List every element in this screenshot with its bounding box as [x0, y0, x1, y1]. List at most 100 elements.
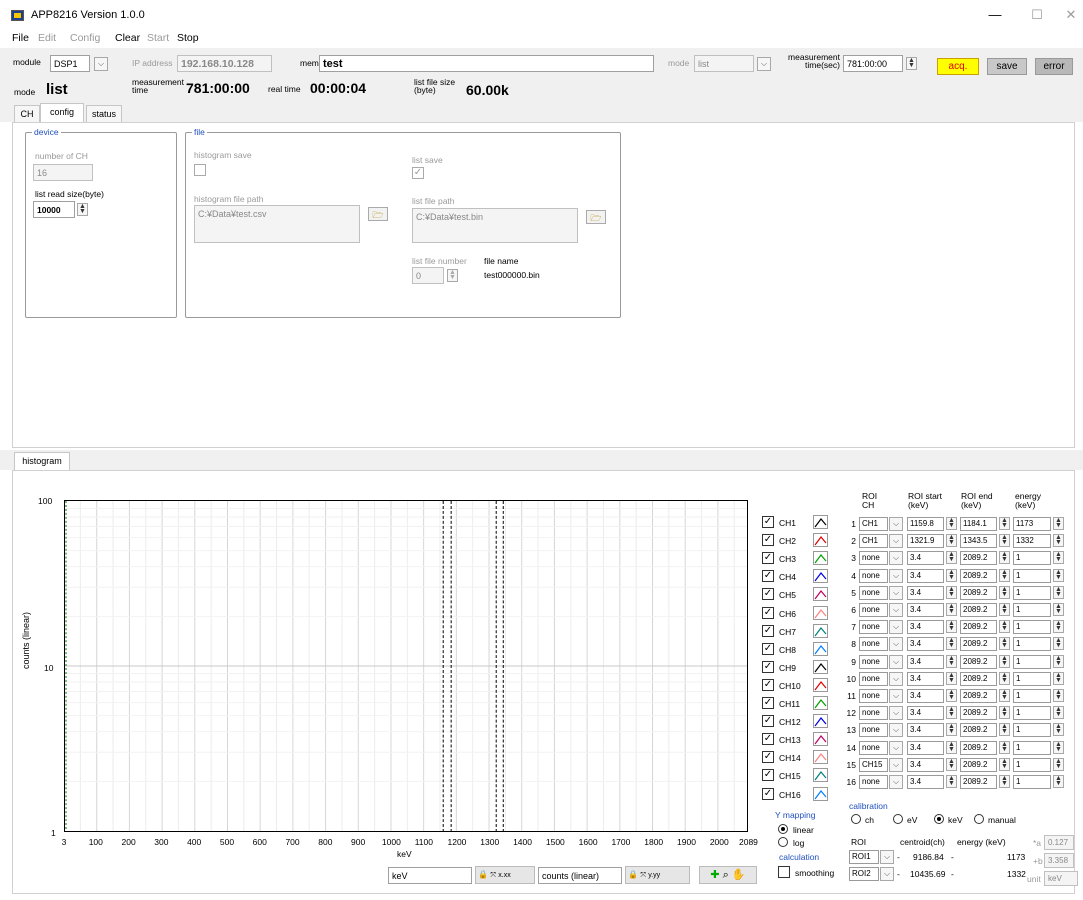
- crosshair-icon[interactable]: ✚: [710, 869, 719, 881]
- roi-end-input[interactable]: 2089.2: [960, 689, 997, 703]
- roi-energy-spinner[interactable]: ▲ ▼: [1053, 654, 1064, 668]
- channel-checkbox-ch13[interactable]: ✓: [762, 733, 774, 746]
- roi-energy-input[interactable]: 1: [1013, 585, 1051, 600]
- tab-ch[interactable]: CH: [14, 105, 40, 123]
- menu-stop[interactable]: Stop: [177, 32, 199, 44]
- channel-color-icon[interactable]: [813, 641, 828, 656]
- roi-end-input[interactable]: 2089.2: [960, 740, 997, 755]
- roi-start-input[interactable]: 3.4: [907, 654, 944, 669]
- y-scale-tools[interactable]: 🔒 ⤧ y.yy: [625, 866, 690, 884]
- roi-energy-input[interactable]: 1173: [1013, 517, 1051, 531]
- channel-color-icon[interactable]: [813, 515, 828, 529]
- roi-start-spinner[interactable]: ▲ ▼: [946, 671, 957, 685]
- channel-color-icon[interactable]: [813, 677, 828, 692]
- channel-checkbox-ch11[interactable]: ✓: [762, 697, 774, 709]
- roi-end-spinner[interactable]: ▲ ▼: [999, 689, 1010, 702]
- roi-start-spinner[interactable]: ▲ ▼: [946, 775, 957, 788]
- roi-ch-dropdown-icon[interactable]: ⌵: [889, 723, 903, 738]
- roi-energy-input[interactable]: 1: [1013, 757, 1051, 772]
- channel-color-icon[interactable]: [813, 605, 828, 620]
- calib-roi1-select[interactable]: ROI1: [849, 850, 879, 864]
- roi-ch-select[interactable]: none: [859, 740, 888, 755]
- roi-end-spinner[interactable]: ▲ ▼: [999, 620, 1010, 634]
- roi-ch-select[interactable]: none: [859, 551, 888, 566]
- roi-energy-input[interactable]: 1: [1013, 706, 1051, 721]
- roi-energy-input[interactable]: 1332: [1013, 534, 1051, 549]
- roi-start-spinner[interactable]: ▲ ▼: [946, 637, 957, 651]
- calib-ch-radio[interactable]: [851, 814, 861, 824]
- roi-start-spinner[interactable]: ▲ ▼: [946, 568, 957, 582]
- roi-end-input[interactable]: 2089.2: [960, 568, 997, 583]
- channel-color-icon[interactable]: [813, 750, 828, 765]
- roi-start-spinner[interactable]: ▲ ▼: [946, 585, 957, 599]
- memo-input[interactable]: test: [319, 55, 654, 72]
- roi-end-input[interactable]: 2089.2: [960, 706, 997, 721]
- roi-end-spinner[interactable]: ▲ ▼: [999, 723, 1010, 737]
- roi-end-input[interactable]: 2089.2: [960, 620, 997, 635]
- channel-checkbox-ch7[interactable]: ✓: [762, 624, 774, 637]
- roi-ch-dropdown-icon[interactable]: ⌵: [889, 551, 903, 566]
- roi-ch-dropdown-icon[interactable]: ⌵: [889, 757, 903, 772]
- roi-end-spinner[interactable]: ▲ ▼: [999, 534, 1010, 548]
- roi-end-spinner[interactable]: ▲ ▼: [999, 671, 1010, 685]
- channel-checkbox-ch16[interactable]: ✓: [762, 787, 774, 800]
- module-dropdown-icon[interactable]: ⌵: [94, 57, 108, 71]
- roi-energy-input[interactable]: 1: [1013, 568, 1051, 583]
- roi-ch-select[interactable]: none: [859, 689, 888, 703]
- roi-start-input[interactable]: 3.4: [907, 671, 944, 686]
- roi-end-input[interactable]: 2089.2: [960, 723, 997, 738]
- roi-energy-spinner[interactable]: ▲ ▼: [1053, 706, 1064, 720]
- roi-energy-spinner[interactable]: ▲ ▼: [1053, 620, 1064, 634]
- roi-ch-select[interactable]: CH15: [859, 757, 888, 772]
- menu-clear[interactable]: Clear: [115, 32, 140, 44]
- calib-manual-radio[interactable]: [974, 814, 984, 824]
- roi-energy-spinner[interactable]: ▲ ▼: [1053, 585, 1064, 599]
- roi-start-input[interactable]: 1159.8: [907, 517, 944, 531]
- channel-color-icon[interactable]: [813, 623, 828, 638]
- roi-end-spinner[interactable]: ▲ ▼: [999, 740, 1010, 754]
- channel-checkbox-ch12[interactable]: ✓: [762, 715, 774, 728]
- roi-end-spinner[interactable]: ▲ ▼: [999, 775, 1010, 788]
- roi-ch-dropdown-icon[interactable]: ⌵: [889, 689, 903, 703]
- roi-ch-dropdown-icon[interactable]: ⌵: [889, 534, 903, 549]
- roi-ch-dropdown-icon[interactable]: ⌵: [889, 585, 903, 600]
- channel-color-icon[interactable]: [813, 696, 828, 710]
- calib-roi2-dropdown-icon[interactable]: ⌵: [880, 867, 894, 881]
- pan-hand-icon[interactable]: ✋: [732, 869, 746, 881]
- roi-end-input[interactable]: 2089.2: [960, 671, 997, 686]
- roi-energy-input[interactable]: 1: [1013, 654, 1051, 669]
- roi-end-spinner[interactable]: ▲ ▼: [999, 637, 1010, 651]
- channel-color-icon[interactable]: [813, 714, 828, 729]
- roi-end-input[interactable]: 2089.2: [960, 775, 997, 789]
- save-button[interactable]: save: [987, 58, 1027, 75]
- roi-start-spinner[interactable]: ▲ ▼: [946, 689, 957, 702]
- menu-config[interactable]: Config: [70, 32, 100, 44]
- roi-energy-input[interactable]: 1: [1013, 689, 1051, 703]
- roi-ch-select[interactable]: none: [859, 568, 888, 583]
- acq-button[interactable]: acq.: [937, 58, 979, 75]
- roi-ch-dropdown-icon[interactable]: ⌵: [889, 637, 903, 652]
- read-size-spinner[interactable]: ▲ ▼: [77, 203, 88, 216]
- roi-end-spinner[interactable]: ▲ ▼: [999, 603, 1010, 616]
- channel-checkbox-ch2[interactable]: ✓: [762, 534, 774, 547]
- channel-checkbox-ch9[interactable]: ✓: [762, 660, 774, 673]
- roi-energy-spinner[interactable]: ▲ ▼: [1053, 723, 1064, 737]
- roi-end-input[interactable]: 1184.1: [960, 517, 997, 531]
- roi-ch-select[interactable]: none: [859, 620, 888, 635]
- channel-checkbox-ch4[interactable]: ✓: [762, 570, 774, 583]
- calib-roi1-dropdown-icon[interactable]: ⌵: [880, 850, 894, 864]
- roi-ch-dropdown-icon[interactable]: ⌵: [889, 568, 903, 583]
- menu-edit[interactable]: Edit: [38, 32, 56, 44]
- roi-start-spinner[interactable]: ▲ ▼: [946, 740, 957, 754]
- roi-ch-select[interactable]: none: [859, 585, 888, 600]
- roi-end-spinner[interactable]: ▲ ▼: [999, 654, 1010, 668]
- histogram-plot[interactable]: [64, 500, 748, 832]
- roi-energy-spinner[interactable]: ▲ ▼: [1053, 637, 1064, 651]
- roi-ch-select[interactable]: none: [859, 671, 888, 686]
- roi-ch-select[interactable]: CH1: [859, 534, 888, 549]
- roi-energy-spinner[interactable]: ▲ ▼: [1053, 671, 1064, 685]
- roi-start-input[interactable]: 3.4: [907, 757, 944, 772]
- cursor-zoom-pan-tools[interactable]: ✚ ⌕ ✋: [699, 866, 757, 884]
- tab-status[interactable]: status: [86, 105, 122, 123]
- roi-energy-spinner[interactable]: ▲ ▼: [1053, 775, 1064, 788]
